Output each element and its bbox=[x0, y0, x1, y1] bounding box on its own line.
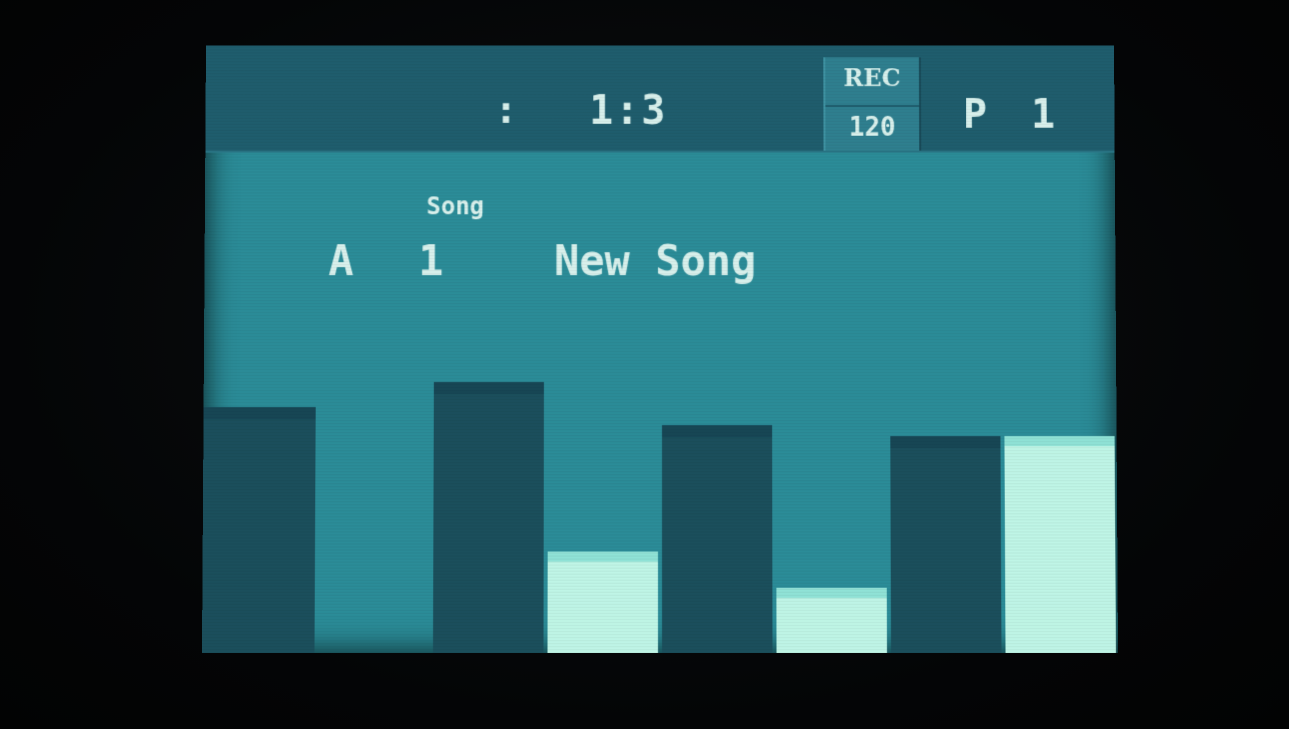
level-bar-1 bbox=[201, 407, 316, 654]
level-bar-cap-6 bbox=[776, 587, 887, 599]
level-bar-cap-7 bbox=[890, 436, 1001, 449]
level-bar-cap-3 bbox=[433, 381, 544, 394]
level-meters bbox=[201, 381, 1117, 654]
level-bar-5 bbox=[662, 425, 773, 654]
level-bar-cap-5 bbox=[661, 424, 772, 437]
level-bar-cap-8 bbox=[1004, 436, 1115, 447]
level-bar-8 bbox=[1004, 436, 1117, 654]
level-bar-3 bbox=[432, 382, 544, 654]
level-bar-4 bbox=[547, 551, 658, 654]
lcd-screen: : 1:3 REC 120 P 1 Song A 1 New Song bbox=[201, 45, 1119, 654]
device-bezel: : 1:3 REC 120 P 1 Song A 1 New Song bbox=[0, 0, 1289, 729]
level-bar-7 bbox=[890, 436, 1002, 654]
level-bar-cap-1 bbox=[203, 406, 316, 419]
level-bar-cap-4 bbox=[547, 551, 658, 562]
